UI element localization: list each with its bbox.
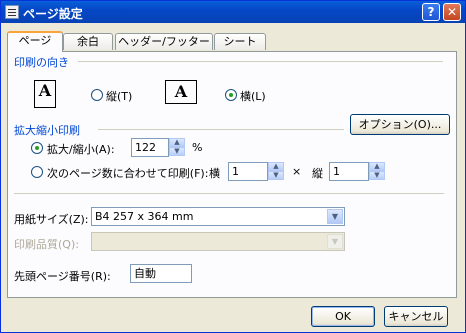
orientation-separator — [78, 61, 443, 62]
first-page-label: 先頭ページ番号(R): — [14, 270, 111, 283]
landscape-radio[interactable] — [225, 89, 237, 101]
zoom-radio[interactable] — [31, 142, 43, 154]
chevron-down-icon: ▼ — [327, 234, 343, 249]
spin-up-icon[interactable]: ▲ — [268, 162, 284, 171]
ok-button[interactable]: OK — [311, 306, 375, 327]
pages-wide-input[interactable]: 1 — [228, 162, 268, 181]
tab-header-footer[interactable]: ヘッダー/フッター — [115, 33, 213, 50]
portrait-icon: A — [34, 80, 56, 108]
tab-sheet[interactable]: シート — [214, 33, 266, 50]
help-button[interactable]: ? — [422, 3, 440, 21]
fit-radio[interactable] — [31, 166, 43, 178]
spin-down-icon[interactable]: ▼ — [169, 147, 185, 156]
paper-size-label: 用紙サイズ(Z): — [14, 213, 89, 226]
pages-wide-label: 横 — [209, 167, 220, 180]
zoom-spinner[interactable]: ▲ ▼ — [169, 138, 185, 157]
percent-sign: % — [192, 141, 203, 154]
cancel-button[interactable]: キャンセル — [384, 306, 448, 327]
scaling-bottom-separator — [14, 193, 444, 194]
title-bar[interactable]: ページ設定 ? ✕ — [1, 1, 465, 23]
scaling-group-label: 拡大縮小印刷 — [14, 124, 80, 137]
paper-size-value: B4 257 x 364 mm — [95, 210, 194, 223]
print-quality-select: ▼ — [91, 232, 345, 251]
page-setup-dialog: ページ設定 ? ✕ ページ 余白 ヘッダー/フッター シート 印刷の向き A 縦… — [0, 0, 466, 333]
dialog-icon — [5, 5, 19, 19]
landscape-icon: A — [165, 80, 197, 104]
orientation-group-label: 印刷の向き — [14, 56, 69, 69]
fit-label[interactable]: 次のページ数に合わせて印刷(F): — [47, 165, 208, 181]
close-button[interactable]: ✕ — [443, 3, 461, 21]
spin-up-icon[interactable]: ▲ — [169, 138, 185, 147]
options-button[interactable]: オプション(O)... — [350, 114, 450, 135]
first-page-input[interactable]: 自動 — [130, 264, 192, 283]
zoom-label[interactable]: 拡大/縮小(A): — [47, 141, 115, 157]
tab-page[interactable]: ページ — [7, 31, 63, 52]
dialog-title: ページ設定 — [23, 7, 83, 21]
pages-wide-spinner[interactable]: ▲ ▼ — [268, 162, 284, 181]
scaling-separator — [98, 129, 344, 130]
zoom-input[interactable]: 122 — [131, 138, 169, 157]
pages-tall-input[interactable]: 1 — [329, 162, 369, 181]
spin-down-icon[interactable]: ▼ — [268, 171, 284, 180]
times-sign: × — [292, 165, 302, 178]
portrait-label[interactable]: 縦(T) — [106, 88, 132, 104]
pages-tall-spinner[interactable]: ▲ ▼ — [369, 162, 385, 181]
spin-up-icon[interactable]: ▲ — [369, 162, 385, 171]
landscape-label[interactable]: 横(L) — [240, 88, 266, 104]
spin-down-icon[interactable]: ▼ — [369, 171, 385, 180]
paper-size-select[interactable]: B4 257 x 364 mm ▼ — [91, 207, 345, 226]
tab-panel-page: 印刷の向き A 縦(T) A 横(L) 拡大縮小印刷 オプション(O)... 拡… — [7, 51, 457, 298]
chevron-down-icon[interactable]: ▼ — [327, 209, 343, 224]
tab-margins[interactable]: 余白 — [63, 33, 113, 50]
portrait-radio[interactable] — [91, 89, 103, 101]
print-quality-label: 印刷品質(Q): — [14, 238, 79, 251]
pages-tall-label: 縦 — [312, 167, 323, 180]
